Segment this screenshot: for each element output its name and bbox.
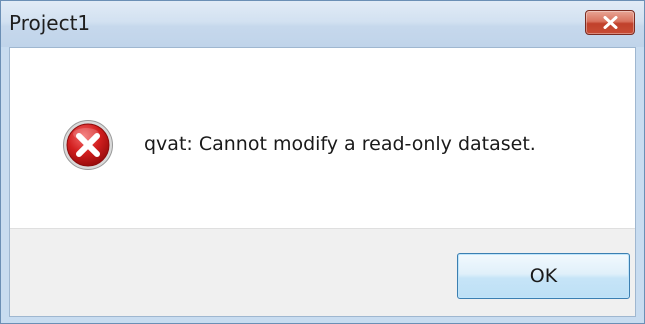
title-bar[interactable]: Project1 (1, 1, 644, 47)
error-message: qvat: Cannot modify a read-only dataset. (144, 133, 536, 155)
error-icon (63, 120, 113, 170)
close-button[interactable] (585, 10, 635, 35)
dialog-body: qvat: Cannot modify a read-only dataset.… (9, 47, 636, 317)
close-icon (603, 16, 618, 29)
message-dialog-window: Project1 qvat: Cannot modify a read-only… (0, 0, 645, 324)
window-title: Project1 (9, 11, 91, 35)
button-bar: OK (10, 228, 635, 316)
ok-button[interactable]: OK (457, 253, 630, 299)
